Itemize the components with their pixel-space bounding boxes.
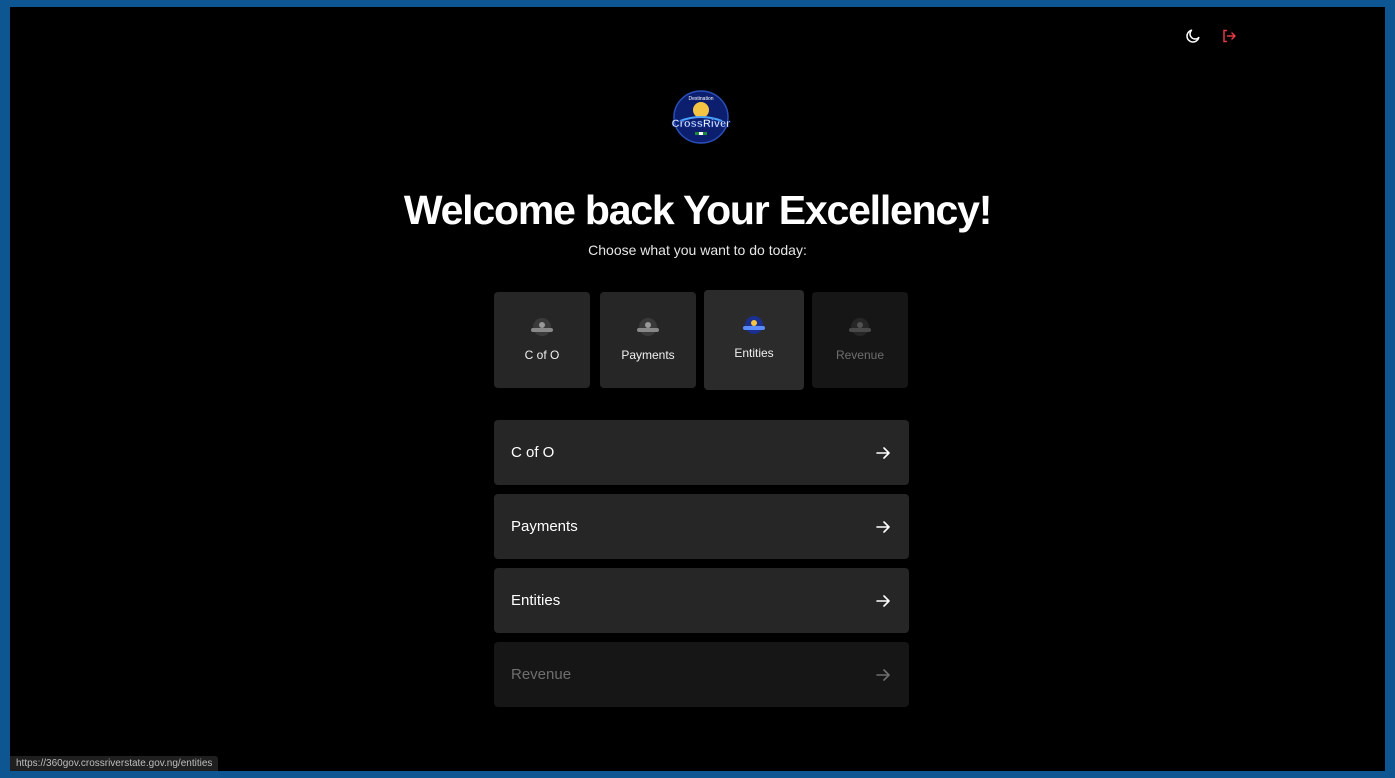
logout-icon[interactable] — [1218, 27, 1240, 45]
tile-label: Entities — [734, 346, 774, 360]
crossriver-logo-icon — [849, 318, 871, 336]
crossriver-logo: Destination CrossRiver — [660, 85, 742, 147]
crossriver-logo-icon — [637, 318, 659, 336]
menu-item-payments[interactable]: Payments — [494, 494, 909, 559]
moon-icon[interactable] — [1182, 27, 1204, 45]
tile-payments[interactable]: Payments — [600, 292, 696, 388]
tile-c-of-o[interactable]: C of O — [494, 292, 590, 388]
arrow-right-icon — [876, 446, 890, 459]
tile-entities[interactable]: Entities — [704, 290, 804, 390]
logo-text-top: Destination — [688, 96, 713, 102]
menu-item-entities[interactable]: Entities — [494, 568, 909, 633]
action-list: C of O Payments Entities Revenue — [494, 420, 909, 716]
tile-label: Payments — [621, 348, 675, 362]
page-subtitle: Choose what you want to do today: — [588, 242, 807, 258]
tile-revenue[interactable]: Revenue — [812, 292, 908, 388]
crossriver-logo-icon — [531, 318, 553, 336]
menu-item-revenue[interactable]: Revenue — [494, 642, 909, 707]
tile-label: Revenue — [835, 348, 885, 362]
crossriver-logo-icon — [743, 316, 765, 334]
header-actions — [1182, 27, 1240, 45]
app-screen: Destination CrossRiver Welcome back Your… — [10, 7, 1385, 771]
menu-item-label: Payments — [511, 518, 578, 535]
menu-item-label: Revenue — [511, 666, 572, 683]
arrow-right-icon — [876, 594, 890, 607]
menu-item-label: Entities — [511, 592, 561, 609]
arrow-right-icon — [876, 668, 890, 681]
status-bar-url: https://360gov.crossriverstate.gov.ng/en… — [10, 756, 219, 771]
arrow-right-icon — [876, 520, 890, 533]
menu-item-c-of-o[interactable]: C of O — [494, 420, 909, 485]
page-title: Welcome back Your Excellency! — [403, 187, 993, 233]
logo-text-main: CrossRiver — [672, 118, 731, 130]
menu-item-label: C of O — [511, 444, 555, 461]
quick-tiles: C of O Payments Entities Revenue — [494, 290, 910, 393]
tile-label: C of O — [524, 348, 560, 362]
